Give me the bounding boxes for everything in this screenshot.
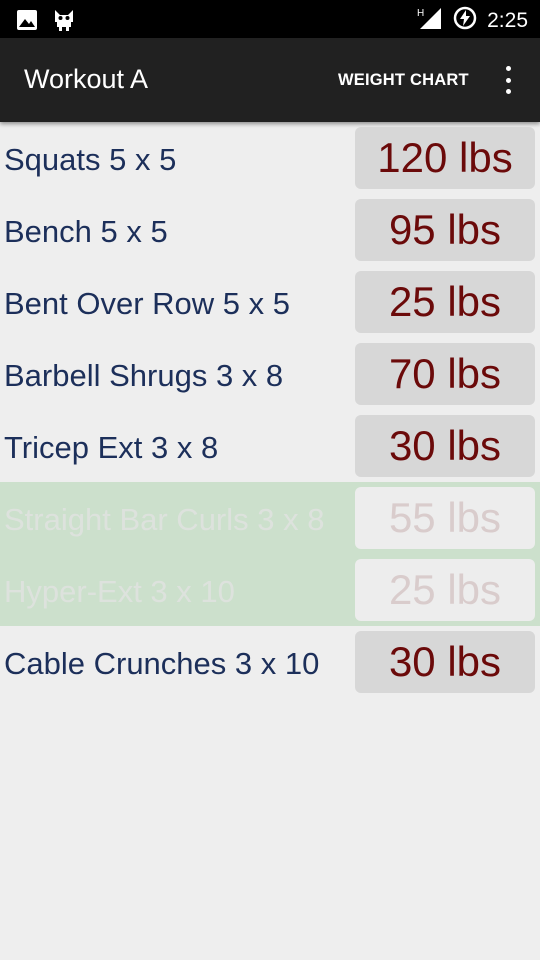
- signal-icon: H: [417, 6, 443, 35]
- weight-button[interactable]: 55 lbs: [355, 487, 535, 549]
- exercise-name: Bench 5 x 5: [4, 214, 168, 249]
- weight-button[interactable]: 120 lbs: [355, 127, 535, 189]
- exercise-row-hyper-ext[interactable]: Hyper-Ext 3 x 10 25 lbs: [0, 554, 540, 626]
- exercise-name: Bent Over Row 5 x 5: [4, 286, 291, 321]
- exercise-name: Barbell Shrugs 3 x 8: [4, 358, 284, 393]
- exercise-name: Hyper-Ext 3 x 10: [4, 574, 235, 609]
- svg-text:H: H: [417, 8, 424, 19]
- weight-chart-button[interactable]: WEIGHT CHART: [338, 71, 469, 90]
- page-title: Workout A: [24, 64, 149, 94]
- exercise-row-bent-over-row[interactable]: Bent Over Row 5 x 5 25 lbs: [0, 266, 540, 338]
- battery-charging-icon: [453, 6, 477, 35]
- exercise-row-tricep-ext[interactable]: Tricep Ext 3 x 8 30 lbs: [0, 410, 540, 482]
- image-icon: [16, 9, 38, 36]
- status-bar: H 2:25: [0, 0, 540, 38]
- weight-button[interactable]: 25 lbs: [355, 271, 535, 333]
- exercise-row-bench[interactable]: Bench 5 x 5 95 lbs: [0, 194, 540, 266]
- exercise-name: Straight Bar Curls 3 x 8: [4, 502, 325, 537]
- exercise-row-straight-bar-curls[interactable]: Straight Bar Curls 3 x 8 55 lbs: [0, 482, 540, 554]
- exercise-name: Tricep Ext 3 x 8: [4, 430, 219, 465]
- weight-button[interactable]: 70 lbs: [355, 343, 535, 405]
- exercise-list: Squats 5 x 5 120 lbs Bench 5 x 5 95 lbs …: [0, 122, 540, 698]
- weight-button[interactable]: 95 lbs: [355, 199, 535, 261]
- clock: 2:25: [487, 8, 528, 32]
- cat-notification-icon: [52, 8, 76, 37]
- weight-button[interactable]: 25 lbs: [355, 559, 535, 621]
- weight-button[interactable]: 30 lbs: [355, 415, 535, 477]
- app-bar: Workout A WEIGHT CHART: [0, 38, 540, 122]
- weight-button[interactable]: 30 lbs: [355, 631, 535, 693]
- exercise-name: Squats 5 x 5: [4, 142, 177, 177]
- overflow-menu-icon[interactable]: [498, 66, 518, 94]
- exercise-row-cable-crunches[interactable]: Cable Crunches 3 x 10 30 lbs: [0, 626, 540, 698]
- exercise-row-barbell-shrugs[interactable]: Barbell Shrugs 3 x 8 70 lbs: [0, 338, 540, 410]
- exercise-row-squats[interactable]: Squats 5 x 5 120 lbs: [0, 122, 540, 194]
- exercise-name: Cable Crunches 3 x 10: [4, 646, 320, 681]
